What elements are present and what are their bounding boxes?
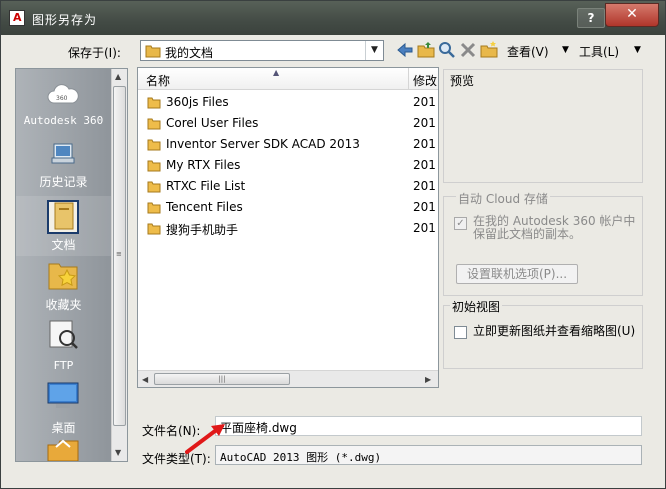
update-thumbnail-label: 立即更新图纸并查看缩略图(U) [473, 324, 636, 338]
places-scroll-thumb[interactable]: ≡ [113, 86, 126, 426]
scroll-left-icon[interactable]: ◀ [142, 375, 148, 384]
column-modified[interactable]: 修改 [413, 72, 437, 89]
search-web-icon[interactable] [438, 41, 456, 59]
file-list: ▲ 名称 修改 360js Files 201 Corel User Files… [137, 67, 439, 388]
folder-icon [147, 223, 161, 235]
places-bar: 360 Autodesk 360 历史记录 文档 收藏夹 FTP 桌面 ▲ ≡ … [15, 68, 128, 462]
autocad-app-icon: A [9, 10, 25, 26]
back-icon[interactable] [396, 41, 414, 59]
up-folder-icon[interactable] [417, 41, 435, 59]
scroll-up-icon[interactable]: ▲ [115, 72, 121, 81]
window-title: 图形另存为 [32, 13, 98, 27]
folder-icon [147, 139, 161, 151]
place-documents[interactable]: 文档 [16, 196, 111, 256]
online-options-button[interactable]: 设置联机选项(P)... [456, 264, 578, 284]
red-arrow-annotation [185, 424, 225, 454]
tools-chevron-icon[interactable]: ▼ [634, 45, 641, 55]
cloud-icon: 360 [47, 84, 79, 104]
column-name[interactable]: 名称 [146, 72, 170, 89]
sort-arrow-icon: ▲ [273, 68, 280, 77]
cloud-storage-checkbox-label: 在我的 Autodesk 360 帐户中保留此文档的副本。 [473, 214, 636, 241]
places-scrollbar[interactable]: ▲ ≡ ▼ [111, 69, 127, 461]
file-row[interactable]: RTXC File List 201 [138, 176, 438, 197]
file-row[interactable]: 360js Files 201 [138, 92, 438, 113]
svg-text:360: 360 [56, 95, 68, 102]
cloud-storage-title: 自动 Cloud 存储 [456, 190, 550, 207]
cloud-storage-checkbox[interactable]: ✓ [454, 217, 467, 230]
chevron-down-icon[interactable]: ▼ [365, 41, 383, 60]
help-button[interactable]: ? [577, 8, 605, 28]
dialog-body: 保存于(I): 我的文档 ▼ 查看(V) ▼ 工具(L) ▼ 360 Autod… [9, 35, 657, 488]
delete-icon[interactable] [459, 41, 477, 59]
update-thumbnail-checkbox[interactable] [454, 326, 467, 339]
folder-partial-icon [47, 439, 79, 461]
folder-icon [147, 160, 161, 172]
place-ftp[interactable]: FTP [16, 317, 111, 377]
filename-input[interactable]: 平面座椅.dwg [215, 416, 642, 436]
file-row[interactable]: Inventor Server SDK ACAD 2013 201 [138, 134, 438, 155]
place-autodesk-360[interactable]: 360 Autodesk 360 [16, 75, 111, 133]
place-history[interactable]: 历史记录 [16, 135, 111, 195]
close-button[interactable]: ✕ [605, 3, 659, 27]
tools-menu-button[interactable]: 工具(L) [579, 43, 619, 60]
scroll-right-icon[interactable]: ▶ [425, 375, 431, 384]
hscroll-thumb[interactable]: ||| [154, 373, 290, 385]
place-desktop[interactable]: 桌面 [16, 377, 111, 437]
place-favorites[interactable]: 收藏夹 [16, 257, 111, 317]
file-row[interactable]: Tencent Files 201 [138, 197, 438, 218]
documents-icon [47, 200, 79, 234]
title-bar: A 图形另存为 ? ✕ [1, 1, 665, 35]
ftp-icon [49, 320, 78, 349]
history-icon [51, 143, 75, 164]
folder-icon [147, 181, 161, 193]
location-text: 我的文档 [165, 46, 214, 60]
scroll-down-icon[interactable]: ▼ [115, 448, 121, 457]
file-row[interactable]: 搜狗手机助手 201 [138, 218, 438, 239]
file-row[interactable]: Corel User Files 201 [138, 113, 438, 134]
preview-title: 预览 [450, 74, 475, 88]
save-in-label: 保存于(I): [68, 46, 121, 60]
view-chevron-icon[interactable]: ▼ [562, 45, 569, 55]
filetype-dropdown[interactable]: AutoCAD 2013 图形 (*.dwg) [215, 445, 642, 465]
initial-view-title: 初始视图 [450, 298, 503, 315]
file-row[interactable]: My RTX Files 201 [138, 155, 438, 176]
folder-icon [145, 45, 161, 58]
column-header: ▲ 名称 修改 [138, 68, 438, 90]
folder-icon [147, 202, 161, 214]
folder-icon [147, 118, 161, 130]
new-folder-icon[interactable] [480, 41, 498, 59]
save-drawing-dialog: A 图形另存为 ? ✕ 保存于(I): 我的文档 ▼ 查看(V) ▼ 工具(L)… [0, 0, 666, 489]
folder-icon [147, 97, 161, 109]
desktop-icon [47, 382, 79, 408]
favorites-icon [48, 263, 78, 290]
view-menu-button[interactable]: 查看(V) [507, 43, 549, 60]
file-list-hscrollbar[interactable]: ◀ ||| ▶ [138, 370, 438, 387]
location-dropdown[interactable]: 我的文档 ▼ [140, 40, 384, 61]
